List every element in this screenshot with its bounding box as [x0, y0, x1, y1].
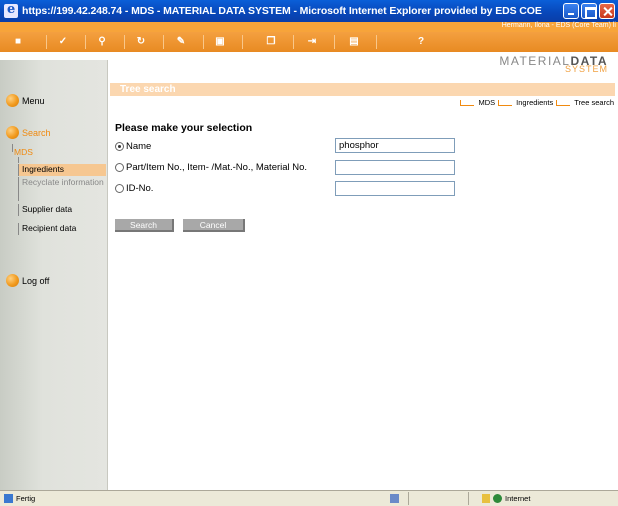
part-no-input[interactable]: [335, 160, 455, 175]
window-title: https://199.42.248.74 - MDS - MATERIAL D…: [22, 5, 542, 17]
log-off-label: Log off: [22, 275, 50, 286]
status-separator: [468, 492, 469, 505]
id-no-radio[interactable]: [115, 184, 124, 193]
log-off-link[interactable]: Log off: [6, 274, 49, 287]
maximize-button[interactable]: [581, 3, 597, 19]
breadcrumb-ingredients[interactable]: Ingredients: [516, 98, 553, 107]
tree-connector: [12, 144, 13, 152]
orange-ball-icon: [6, 274, 19, 287]
material-data-system-logo: MATERIALDATA SYSTEM: [464, 52, 614, 80]
edit-icon[interactable]: ✎: [175, 36, 187, 48]
part-no-radio[interactable]: [115, 163, 124, 172]
help-icon[interactable]: ?: [415, 36, 427, 48]
orange-ball-icon: [6, 94, 19, 107]
sidebar-item-ingredients[interactable]: Ingredients: [18, 164, 106, 176]
globe-icon: [493, 494, 502, 503]
browser-statusbar: Fertig Internet: [0, 490, 618, 506]
option-name-row[interactable]: Name: [115, 141, 151, 152]
search-button[interactable]: Search: [115, 219, 174, 232]
zone-text: Internet: [505, 494, 531, 503]
breadcrumb: MDS Ingredients Tree search: [460, 98, 614, 107]
window-controls: [563, 3, 615, 19]
logo-material: MATERIAL: [499, 54, 571, 68]
main-content: Tree search MDS Ingredients Tree search …: [108, 80, 618, 490]
toolbar-separator: [376, 35, 377, 49]
status-text: Fertig: [16, 494, 36, 503]
status-area: Fertig: [4, 494, 35, 503]
breadcrumb-arrow-icon: [556, 99, 571, 106]
toolbar-separator: [203, 35, 204, 49]
option-id-no-row[interactable]: ID-No.: [115, 183, 153, 194]
sidebar-item-mds[interactable]: MDS: [14, 147, 33, 157]
menu-link[interactable]: Menu: [6, 94, 45, 107]
ie-status-icon: [390, 494, 399, 503]
breadcrumb-tree-search: Tree search: [574, 98, 614, 107]
tree-connector: [18, 157, 19, 163]
logo-line-2: SYSTEM: [564, 64, 608, 74]
search-label: Search: [22, 127, 51, 138]
sidebar-item-recipient-data[interactable]: Recipient data: [18, 223, 106, 235]
breadcrumb-arrow-icon: [498, 99, 513, 106]
search-icon[interactable]: ⚲: [96, 36, 108, 48]
copy-icon[interactable]: ❐: [265, 36, 277, 48]
window-titlebar: https://199.42.248.74 - MDS - MATERIAL D…: [0, 0, 618, 22]
id-no-label: ID-No.: [126, 183, 154, 194]
selection-heading: Please make your selection: [115, 122, 253, 134]
cancel-button[interactable]: Cancel: [183, 219, 245, 232]
toolbar-separator: [163, 35, 164, 49]
lock-icon: [482, 494, 490, 503]
page-title: Tree search: [120, 84, 176, 95]
left-sidebar: Menu Search MDS Ingredients Recyclate in…: [0, 60, 108, 490]
orange-ball-icon: [6, 126, 19, 139]
breadcrumb-mds[interactable]: MDS: [478, 98, 495, 107]
toolbar-separator: [46, 35, 47, 49]
sidebar-item-recyclate-information: Recyclate information: [18, 177, 106, 201]
close-button[interactable]: [599, 3, 615, 19]
refresh-icon[interactable]: ↻: [135, 36, 147, 48]
user-name: Hermann, Ilona - EDS (Core Team) li: [501, 22, 616, 29]
name-input[interactable]: [335, 138, 455, 153]
toolbar-separator: [242, 35, 243, 49]
print-icon[interactable]: ▤: [348, 36, 360, 48]
user-info-bar: Hermann, Ilona - EDS (Core Team) li: [0, 22, 618, 32]
ie-icon: [4, 2, 18, 18]
home-icon[interactable]: ■: [12, 36, 24, 48]
id-no-input[interactable]: [335, 181, 455, 196]
checkmark-icon[interactable]: ✓: [57, 36, 69, 48]
toolbar-separator: [293, 35, 294, 49]
page-title-bar: Tree search: [110, 83, 615, 96]
breadcrumb-arrow-icon: [460, 99, 475, 106]
toolbar-separator: [334, 35, 335, 49]
name-label: Name: [126, 141, 152, 152]
status-separator: [408, 492, 409, 505]
part-no-label: Part/Item No., Item- /Mat.-No., Material…: [126, 162, 308, 173]
app-toolbar: ■ ✓ ⚲ ↻ ✎ ▣ ❐ ⇥ ▤ ?: [0, 32, 618, 52]
search-menu-link[interactable]: Search: [6, 126, 51, 139]
toolbar-separator: [85, 35, 86, 49]
toolbar-separator: [124, 35, 125, 49]
save-icon[interactable]: ▣: [214, 36, 226, 48]
export-icon[interactable]: ⇥: [306, 36, 318, 48]
name-radio[interactable]: [115, 142, 124, 151]
option-part-no-row[interactable]: Part/Item No., Item- /Mat.-No., Material…: [115, 162, 307, 173]
menu-label: Menu: [22, 95, 45, 106]
page-icon: [4, 494, 13, 503]
minimize-button[interactable]: [563, 3, 579, 19]
sidebar-item-supplier-data[interactable]: Supplier data: [18, 204, 106, 216]
zone-area: Internet: [482, 494, 530, 503]
